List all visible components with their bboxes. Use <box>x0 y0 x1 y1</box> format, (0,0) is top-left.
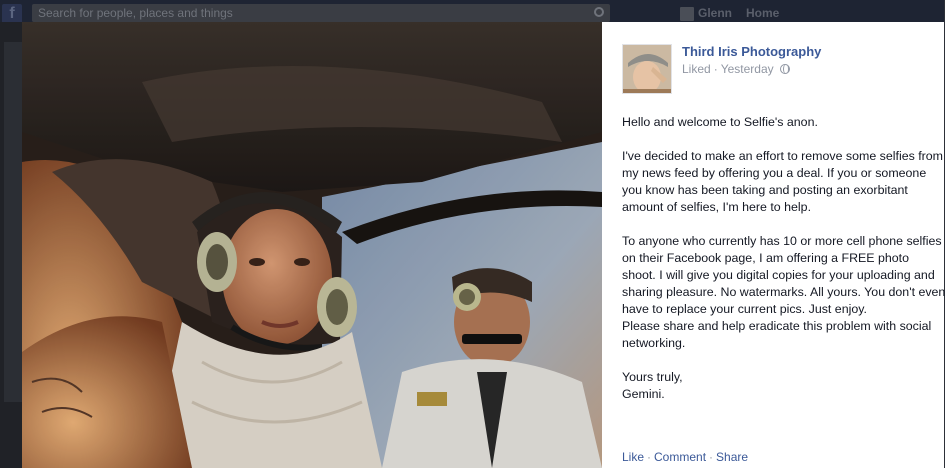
like-link[interactable]: Like <box>622 450 644 464</box>
top-nav: Glenn Home <box>680 4 779 22</box>
search-placeholder: Search for people, places and things <box>38 6 233 20</box>
action-separator: · <box>647 450 652 464</box>
caption-paragraph: I've decided to make an effort to remove… <box>622 149 944 214</box>
caption-paragraph: To anyone who currently has 10 or more c… <box>622 234 945 350</box>
post-actions: Like · Comment · Share <box>622 450 748 464</box>
facebook-logo-icon[interactable]: f <box>2 4 22 24</box>
caption-paragraph: Hello and welcome to Selfie's anon. <box>622 115 818 129</box>
post-caption: Hello and welcome to Selfie's anon. I've… <box>622 114 945 403</box>
post-meta: Liked · Yesterday <box>682 62 790 76</box>
action-separator: · <box>709 450 714 464</box>
liked-status[interactable]: Liked <box>682 62 711 76</box>
facebook-top-bar: f Search for people, places and things G… <box>0 0 945 24</box>
meta-separator: · <box>713 62 718 76</box>
search-input[interactable]: Search for people, places and things <box>32 4 610 22</box>
post-timestamp[interactable]: Yesterday <box>721 62 774 76</box>
lightbox-photo[interactable] <box>22 22 602 468</box>
globe-icon[interactable] <box>779 64 790 74</box>
comment-link[interactable]: Comment <box>654 450 706 464</box>
avatar <box>680 6 694 21</box>
avatar[interactable] <box>622 44 672 94</box>
top-nav-home[interactable]: Home <box>746 4 779 22</box>
search-icon[interactable] <box>594 7 604 17</box>
page-name-link[interactable]: Third Iris Photography <box>682 44 821 59</box>
share-link[interactable]: Share <box>716 450 748 464</box>
page-profile-picture <box>623 45 671 93</box>
top-nav-profile[interactable]: Glenn <box>680 4 732 22</box>
background-feed <box>0 22 22 468</box>
caption-paragraph: Yours truly, Gemini. <box>622 370 683 401</box>
cockpit-selfie-photo <box>22 22 602 468</box>
background-card <box>4 42 22 402</box>
photo-info-panel: Third Iris Photography Liked · Yesterday… <box>602 22 945 468</box>
top-nav-profile-label: Glenn <box>698 6 733 20</box>
